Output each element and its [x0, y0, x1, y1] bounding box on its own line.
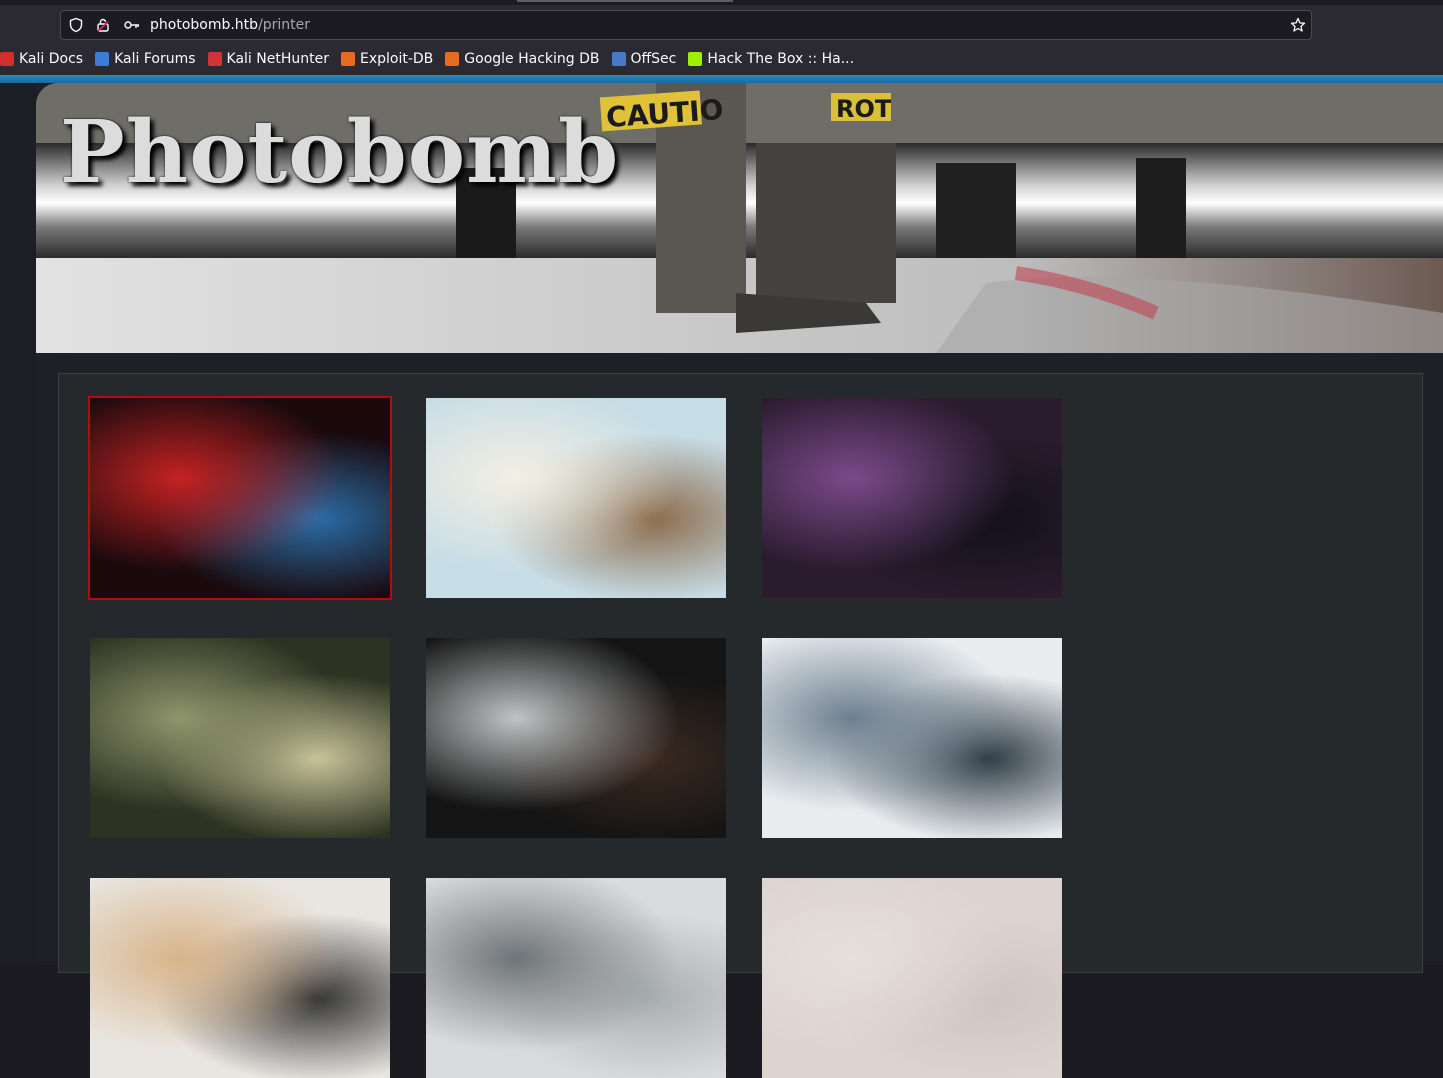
- bookmark-item[interactable]: OffSec: [611, 51, 677, 67]
- bookmark-item[interactable]: Kali NetHunter: [207, 51, 329, 67]
- active-tab-indicator[interactable]: [517, 0, 733, 2]
- bookmarks-toolbar: Kali Docs Kali Forums Kali NetHunter Exploi…: [0, 48, 866, 70]
- htb-icon: [688, 52, 703, 66]
- exploit-db-icon: [340, 52, 355, 66]
- address-bar[interactable]: photobomb.htb/printer: [60, 10, 1312, 40]
- tracking-protection-shield-icon[interactable]: [68, 17, 84, 33]
- site-title: Photobomb: [60, 102, 620, 203]
- bookmark-star-icon[interactable]: [1290, 17, 1306, 33]
- bookmark-label: OffSec: [630, 51, 677, 67]
- gallery-photo-frozen-waterfall[interactable]: [762, 638, 1062, 838]
- kali-forums-icon: [95, 52, 110, 66]
- ghdb-icon: [445, 52, 460, 66]
- bookmark-label: Kali Docs: [19, 51, 84, 67]
- url-text[interactable]: photobomb.htb/printer: [150, 17, 310, 33]
- kali-nethunter-icon: [207, 52, 222, 66]
- kali-docs-icon: [0, 52, 14, 66]
- url-path: /printer: [258, 17, 311, 33]
- bookmark-item[interactable]: Kali Docs: [0, 51, 83, 67]
- left-margin: [0, 83, 36, 961]
- bookmark-item[interactable]: Exploit-DB: [340, 51, 434, 67]
- key-permission-icon[interactable]: [123, 17, 139, 33]
- gallery-photo-green-succulents[interactable]: [90, 638, 390, 838]
- page-accent-bar: [0, 75, 1443, 83]
- rot-sign-text: ROT: [836, 95, 892, 123]
- bookmark-label: Kali NetHunter: [226, 51, 329, 67]
- bookmark-item[interactable]: Kali Forums: [95, 51, 196, 67]
- page-body: CAUTIO ROT Photobomb: [0, 83, 1443, 1078]
- browser-toolbar: photobomb.htb/printer Kali Docs Kali Foru…: [0, 0, 1443, 76]
- url-host: photobomb.htb: [150, 17, 259, 33]
- gallery-photo-workshop-tools[interactable]: [90, 878, 390, 1078]
- bookmark-item[interactable]: Google Hacking DB: [445, 51, 600, 67]
- offsec-icon: [611, 52, 626, 66]
- insecure-lock-icon[interactable]: [95, 17, 111, 33]
- bookmark-label: Google Hacking DB: [464, 51, 600, 67]
- gallery-photo-red-blue-light-blur[interactable]: [88, 396, 392, 600]
- photo-gallery: [58, 373, 1423, 1078]
- gallery-photo-glass-roof[interactable]: [426, 878, 726, 1078]
- bookmark-label: Hack The Box :: Ha...: [707, 51, 855, 67]
- bookmark-item[interactable]: Hack The Box :: Ha...: [688, 51, 854, 67]
- gallery-photo-pale-wall[interactable]: [762, 878, 1062, 1078]
- gallery-photo-desktop-computer[interactable]: [426, 638, 726, 838]
- bookmark-label: Kali Forums: [114, 51, 196, 67]
- hero-banner: CAUTIO ROT Photobomb: [36, 83, 1443, 353]
- gallery-photo-white-magnolia[interactable]: [426, 398, 726, 598]
- bookmark-label: Exploit-DB: [359, 51, 434, 67]
- gallery-photo-purple-skyscrapers[interactable]: [762, 398, 1062, 598]
